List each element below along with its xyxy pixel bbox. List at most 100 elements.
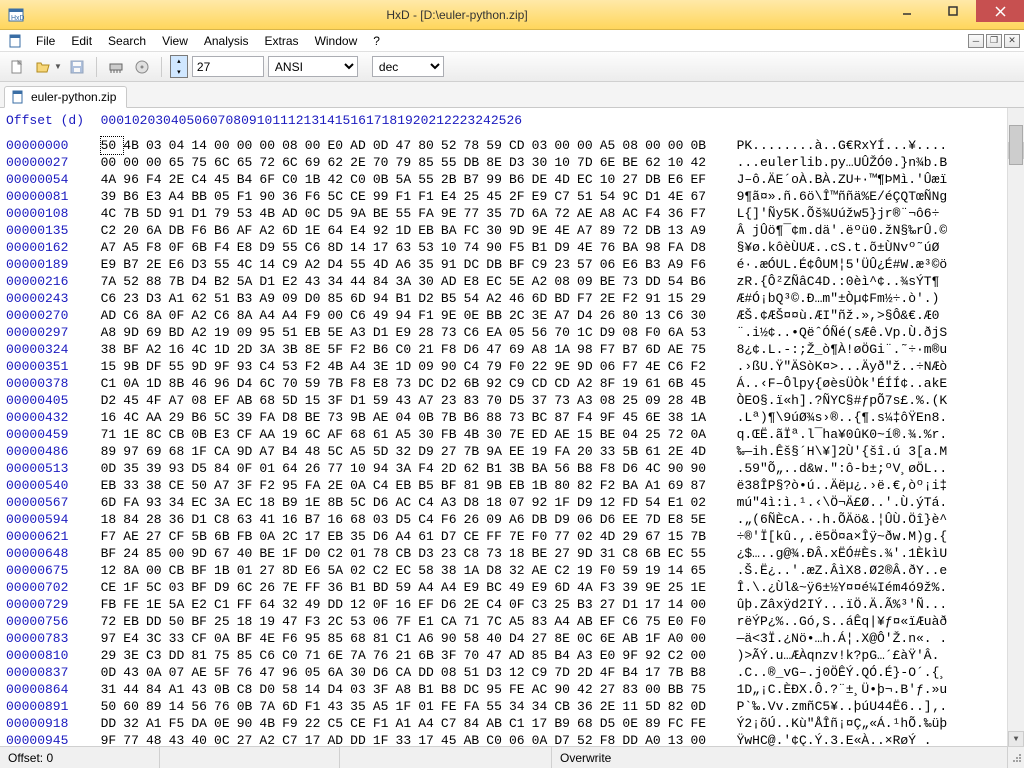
ascii-cell[interactable]: 1D„¡C.ÈÐX.Ô.?¨±¸Ü•þ¬.B'ƒ.»u — [737, 681, 948, 698]
hex-byte[interactable]: FA — [123, 494, 146, 511]
hex-byte[interactable]: 95 — [305, 630, 328, 647]
hex-byte[interactable]: BA — [622, 239, 645, 256]
hex-byte[interactable]: 79 — [214, 205, 237, 222]
hex-byte[interactable]: 54 — [464, 290, 487, 307]
hex-byte[interactable]: 06 — [600, 358, 623, 375]
hex-byte[interactable]: FE — [123, 596, 146, 613]
hex-byte[interactable]: 6E — [600, 154, 623, 171]
hex-byte[interactable]: 04 — [396, 409, 419, 426]
hex-byte[interactable]: 08 — [554, 273, 577, 290]
hex-byte[interactable]: E0 — [327, 137, 350, 154]
hex-byte[interactable]: 80 — [554, 477, 577, 494]
hex-byte[interactable]: B6 — [123, 188, 146, 205]
hex-byte[interactable]: 1F — [396, 698, 419, 715]
open-dropdown-icon[interactable]: ▼ — [54, 62, 62, 71]
hex-byte[interactable]: 8E — [554, 630, 577, 647]
hex-byte[interactable]: 10 — [554, 154, 577, 171]
hex-byte[interactable]: 1F — [645, 630, 668, 647]
hex-byte[interactable]: 6D — [282, 698, 305, 715]
hex-byte[interactable]: E9 — [464, 579, 487, 596]
hex-byte[interactable]: B2 — [214, 273, 237, 290]
hex-byte[interactable]: 06 — [373, 613, 396, 630]
hex-byte[interactable]: F6 — [305, 188, 328, 205]
hex-editor-area[interactable]: Offset (d) 00010203040506070809101112131… — [0, 108, 1024, 748]
hex-byte[interactable]: 79 — [486, 358, 509, 375]
hex-byte[interactable]: 03 — [146, 137, 169, 154]
hex-byte[interactable]: F8 — [350, 375, 373, 392]
hex-byte[interactable]: D0 — [259, 681, 282, 698]
hex-byte[interactable]: 2C — [327, 613, 350, 630]
hex-byte[interactable]: EA — [486, 324, 509, 341]
hex-byte[interactable]: B6 — [214, 222, 237, 239]
hex-byte[interactable]: 9F — [600, 409, 623, 426]
hex-byte[interactable]: AE — [668, 341, 691, 358]
hex-byte[interactable]: 21 — [418, 341, 441, 358]
hex-byte[interactable]: 76 — [237, 664, 260, 681]
hex-byte[interactable]: FF — [237, 596, 260, 613]
hex-byte[interactable]: 84 — [373, 273, 396, 290]
hex-byte[interactable]: C9 — [532, 664, 555, 681]
hex-byte[interactable]: 4E — [577, 239, 600, 256]
hex-byte[interactable]: BB — [486, 307, 509, 324]
hex-byte[interactable]: 61 — [645, 443, 668, 460]
hex-byte[interactable]: 2E — [350, 154, 373, 171]
hex-byte[interactable]: 6B — [464, 375, 487, 392]
hex-byte[interactable]: A7 — [554, 307, 577, 324]
hex-byte[interactable]: 1E — [305, 494, 328, 511]
hex-byte[interactable]: A1 — [396, 715, 419, 732]
hex-byte[interactable]: 81 — [373, 630, 396, 647]
hex-byte[interactable]: DB — [532, 511, 555, 528]
hex-byte[interactable]: A1 — [169, 681, 192, 698]
hex-byte[interactable]: DB — [645, 171, 668, 188]
hex-byte[interactable]: F7 — [690, 205, 713, 222]
hex-byte[interactable]: D6 — [622, 460, 645, 477]
hex-byte[interactable]: 27 — [600, 596, 623, 613]
menu-view[interactable]: View — [154, 32, 196, 50]
ascii-cell[interactable]: 9¶ã¤».ñ.6ö\Î™ññä%E/éÇQTœÑNg — [737, 188, 948, 205]
hex-byte[interactable]: 3A — [396, 273, 419, 290]
hex-byte[interactable]: 91 — [441, 256, 464, 273]
hex-byte[interactable]: 61 — [418, 528, 441, 545]
hex-byte[interactable]: DD — [327, 596, 350, 613]
hex-byte[interactable]: E4 — [123, 630, 146, 647]
hex-byte[interactable]: 04 — [622, 426, 645, 443]
hex-byte[interactable]: 38 — [668, 409, 691, 426]
hex-byte[interactable]: 93 — [237, 358, 260, 375]
hex-byte[interactable]: D1 — [191, 511, 214, 528]
hex-byte[interactable]: ED — [532, 426, 555, 443]
hex-byte[interactable]: 3B — [282, 341, 305, 358]
hex-byte[interactable]: D3 — [191, 256, 214, 273]
hex-byte[interactable]: D4 — [237, 375, 260, 392]
ascii-cell[interactable]: Â jÛö¶¯¢m.dä'.ëºü0.žN§‰rÛ.© — [737, 222, 948, 239]
hex-byte[interactable]: 93 — [146, 494, 169, 511]
hex-byte[interactable]: B1 — [396, 290, 419, 307]
hex-byte[interactable]: 34 — [327, 273, 350, 290]
hex-byte[interactable]: 27 — [532, 630, 555, 647]
hex-byte[interactable]: 06 — [600, 256, 623, 273]
hex-byte[interactable]: 65 — [169, 154, 192, 171]
hex-byte[interactable]: 47 — [282, 613, 305, 630]
hex-byte[interactable]: 29 — [101, 647, 124, 664]
hex-byte[interactable]: F0 — [532, 528, 555, 545]
hex-byte[interactable]: 4D — [554, 171, 577, 188]
hex-byte[interactable]: 76 — [373, 647, 396, 664]
ascii-cell[interactable]: ­ÆŠ.¢ÆŠ¤¤ù.ÆI"ñž.»,>§Ô&€.Æ0 — [737, 307, 940, 324]
hex-byte[interactable]: AE — [373, 409, 396, 426]
hex-byte[interactable]: 32 — [509, 562, 532, 579]
hex-byte[interactable]: 49 — [509, 579, 532, 596]
hex-byte[interactable]: 2E — [600, 698, 623, 715]
hex-byte[interactable]: CA — [396, 664, 419, 681]
hex-byte[interactable]: C5 — [327, 715, 350, 732]
hex-byte[interactable]: 5B — [622, 443, 645, 460]
hex-byte[interactable]: E8 — [237, 239, 260, 256]
hex-byte[interactable]: 68 — [169, 443, 192, 460]
hex-byte[interactable]: 9F — [622, 647, 645, 664]
hex-byte[interactable]: 89 — [600, 222, 623, 239]
hex-byte[interactable]: F3 — [305, 613, 328, 630]
hex-byte[interactable]: 32 — [282, 596, 305, 613]
hex-byte[interactable]: 6B — [214, 528, 237, 545]
hex-byte[interactable]: 75 — [214, 647, 237, 664]
hex-byte[interactable]: 7B — [327, 375, 350, 392]
hex-byte[interactable]: 61 — [373, 426, 396, 443]
hex-byte[interactable]: 38 — [101, 341, 124, 358]
